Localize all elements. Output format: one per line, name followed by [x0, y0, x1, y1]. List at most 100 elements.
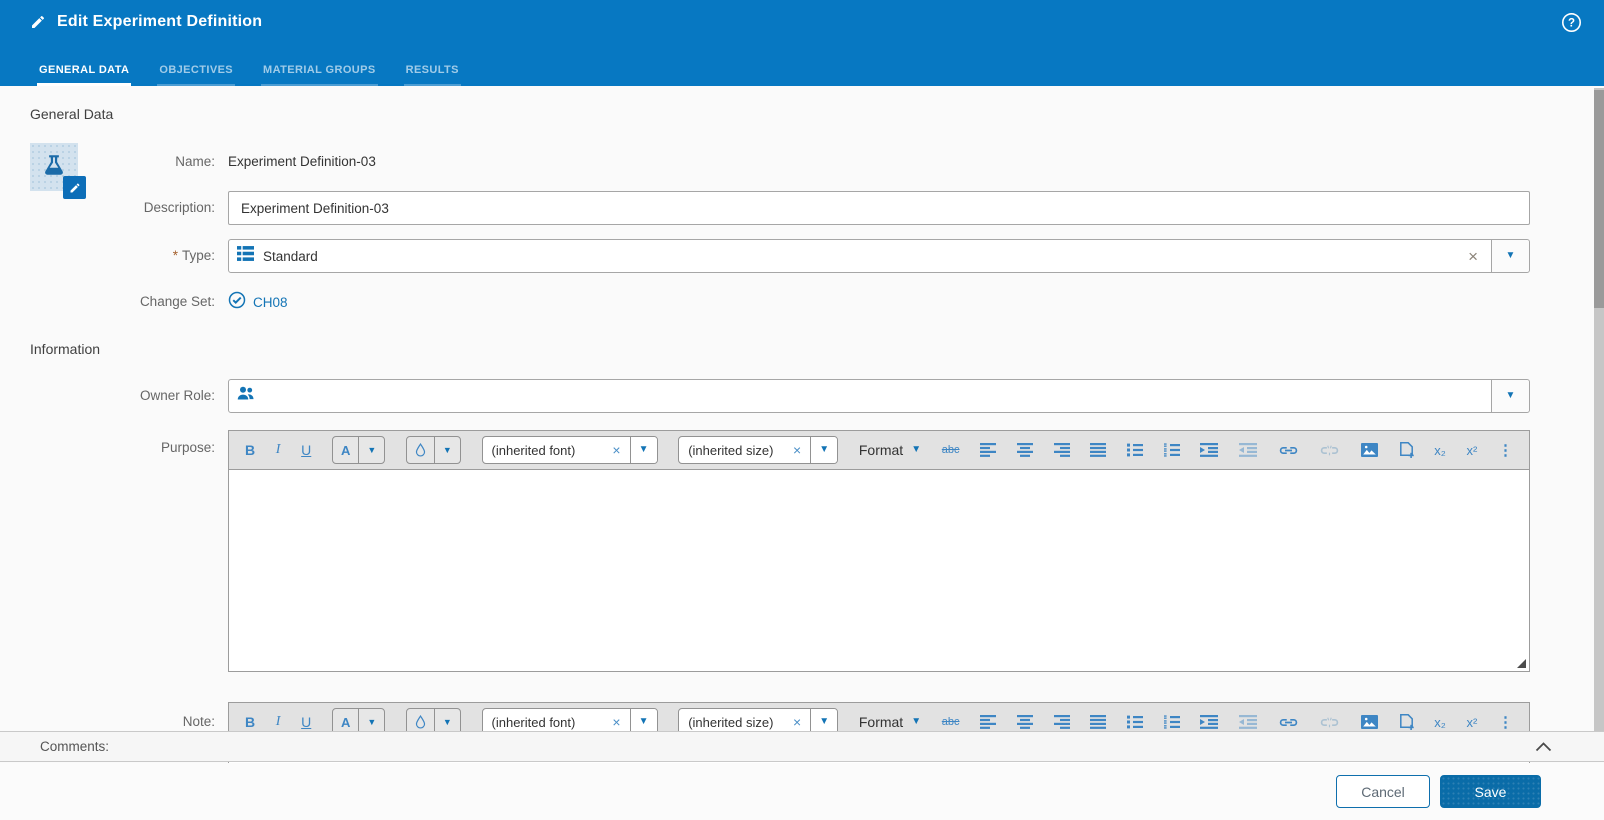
- owner-role-label: Owner Role:: [139, 388, 215, 403]
- align-justify-button[interactable]: [1090, 443, 1107, 457]
- align-left-button[interactable]: [980, 715, 997, 729]
- purpose-editor: B I U A ▼ ▼ (inherited font) × ▼ (inheri…: [228, 430, 1530, 672]
- chevron-down-icon: ▼: [911, 444, 922, 455]
- group-icon: [237, 386, 255, 406]
- numbered-list-icon[interactable]: [1163, 715, 1180, 729]
- owner-role-combobox[interactable]: ▼: [228, 379, 1530, 413]
- chevron-down-icon: ▼: [367, 444, 377, 455]
- subscript-button[interactable]: x₂: [1434, 715, 1446, 730]
- insert-document-icon[interactable]: [1399, 714, 1414, 730]
- form-content: General Data Name: Experiment Definition…: [0, 86, 1604, 820]
- clear-icon[interactable]: ×: [1468, 248, 1478, 265]
- type-list-icon: [237, 246, 254, 266]
- footer: Cancel Save: [0, 763, 1604, 820]
- outdent-icon[interactable]: [1238, 443, 1257, 457]
- comments-bar[interactable]: Comments:: [0, 731, 1604, 762]
- unlink-icon[interactable]: [1319, 444, 1340, 457]
- chevron-down-icon: ▼: [367, 716, 377, 727]
- bold-button[interactable]: B: [245, 442, 255, 458]
- more-icon[interactable]: ⋮: [1498, 441, 1513, 459]
- vertical-scrollbar[interactable]: [1594, 88, 1604, 731]
- align-center-button[interactable]: [1016, 443, 1033, 457]
- italic-button[interactable]: I: [276, 714, 281, 730]
- superscript-button[interactable]: x²: [1466, 715, 1477, 730]
- clear-icon: ×: [793, 442, 802, 458]
- align-justify-button[interactable]: [1090, 715, 1107, 729]
- outdent-icon[interactable]: [1238, 715, 1257, 729]
- scrollbar-thumb[interactable]: [1594, 90, 1604, 308]
- description-input[interactable]: [228, 191, 1530, 225]
- section-title-information: Information: [30, 341, 101, 357]
- comments-label: Comments:: [40, 739, 110, 754]
- bold-button[interactable]: B: [245, 714, 255, 730]
- image-icon[interactable]: [1360, 715, 1378, 729]
- chevron-down-icon: ▼: [819, 716, 830, 727]
- text-color-split-button[interactable]: A ▼: [331, 436, 386, 464]
- svg-text:?: ?: [1568, 18, 1575, 30]
- purpose-label: Purpose:: [160, 440, 215, 455]
- tab-bar: GENERAL DATA OBJECTIVES MATERIAL GROUPS …: [37, 64, 461, 86]
- align-right-button[interactable]: [1053, 443, 1070, 457]
- tab-objectives[interactable]: OBJECTIVES: [157, 64, 236, 86]
- check-circle-icon: [228, 291, 246, 314]
- note-label: Note:: [182, 714, 215, 729]
- more-icon[interactable]: ⋮: [1498, 713, 1513, 731]
- link-icon[interactable]: [1278, 717, 1299, 728]
- description-label: Description:: [143, 200, 215, 215]
- chevron-up-icon[interactable]: [1535, 741, 1552, 752]
- bullet-list-icon[interactable]: [1126, 443, 1143, 457]
- name-row: Name: Experiment Definition-03: [0, 152, 1604, 172]
- italic-button[interactable]: I: [276, 442, 281, 458]
- bullet-list-icon[interactable]: [1126, 715, 1143, 729]
- resize-handle[interactable]: [1517, 659, 1526, 668]
- cancel-button[interactable]: Cancel: [1336, 775, 1430, 808]
- chevron-down-icon: ▼: [819, 444, 830, 455]
- background-color-split-button[interactable]: ▼: [405, 436, 461, 464]
- strikethrough-button[interactable]: abc: [942, 444, 960, 456]
- type-combobox[interactable]: Standard × ▼: [228, 239, 1530, 273]
- name-label: Name:: [175, 154, 215, 169]
- indent-icon[interactable]: [1200, 715, 1219, 729]
- align-left-button[interactable]: [980, 443, 997, 457]
- strikethrough-button[interactable]: abc: [942, 716, 960, 728]
- unlink-icon[interactable]: [1319, 716, 1340, 729]
- change-set-link[interactable]: CH08: [253, 295, 288, 310]
- tab-material-groups[interactable]: MATERIAL GROUPS: [261, 64, 378, 86]
- save-button[interactable]: Save: [1440, 775, 1541, 808]
- description-row: Description:: [0, 191, 1604, 225]
- chevron-down-icon: ▼: [638, 444, 649, 455]
- indent-icon[interactable]: [1200, 443, 1219, 457]
- required-asterisk: *: [172, 248, 178, 263]
- owner-role-dropdown-button[interactable]: ▼: [1491, 380, 1529, 412]
- type-row: * Type: Standard × ▼: [0, 239, 1604, 273]
- format-menu-button[interactable]: Format ▼: [859, 442, 921, 458]
- purpose-row: Purpose: B I U A ▼ ▼ (inherited font) × …: [0, 430, 1604, 672]
- underline-button[interactable]: U: [301, 442, 311, 458]
- tab-results[interactable]: RESULTS: [403, 64, 461, 86]
- header: Edit Experiment Definition ? GENERAL DAT…: [0, 0, 1604, 86]
- purpose-text-area[interactable]: [228, 470, 1530, 672]
- numbered-list-icon[interactable]: [1163, 443, 1180, 457]
- type-label: * Type:: [172, 248, 215, 263]
- font-name-dropdown: ▼: [629, 437, 657, 463]
- title-row: Edit Experiment Definition: [30, 13, 262, 31]
- align-center-button[interactable]: [1016, 715, 1033, 729]
- font-size-combobox[interactable]: (inherited size) × ▼: [678, 436, 839, 464]
- page-title: Edit Experiment Definition: [57, 13, 263, 30]
- change-set-row: Change Set: CH08: [0, 291, 1604, 314]
- font-name-combobox[interactable]: (inherited font) × ▼: [481, 436, 658, 464]
- insert-document-icon[interactable]: [1399, 442, 1414, 458]
- chevron-down-icon: ▼: [911, 716, 922, 727]
- align-right-button[interactable]: [1053, 715, 1070, 729]
- type-dropdown-button[interactable]: ▼: [1491, 240, 1529, 272]
- format-menu-button[interactable]: Format ▼: [859, 714, 921, 730]
- chevron-down-icon: ▼: [442, 716, 452, 727]
- image-icon[interactable]: [1360, 443, 1378, 457]
- superscript-button[interactable]: x²: [1466, 443, 1477, 458]
- underline-button[interactable]: U: [301, 714, 311, 730]
- help-icon[interactable]: ?: [1561, 12, 1582, 33]
- subscript-button[interactable]: x₂: [1434, 443, 1446, 458]
- tab-general-data[interactable]: GENERAL DATA: [37, 64, 132, 86]
- link-icon[interactable]: [1278, 445, 1299, 456]
- clear-icon: ×: [612, 442, 621, 458]
